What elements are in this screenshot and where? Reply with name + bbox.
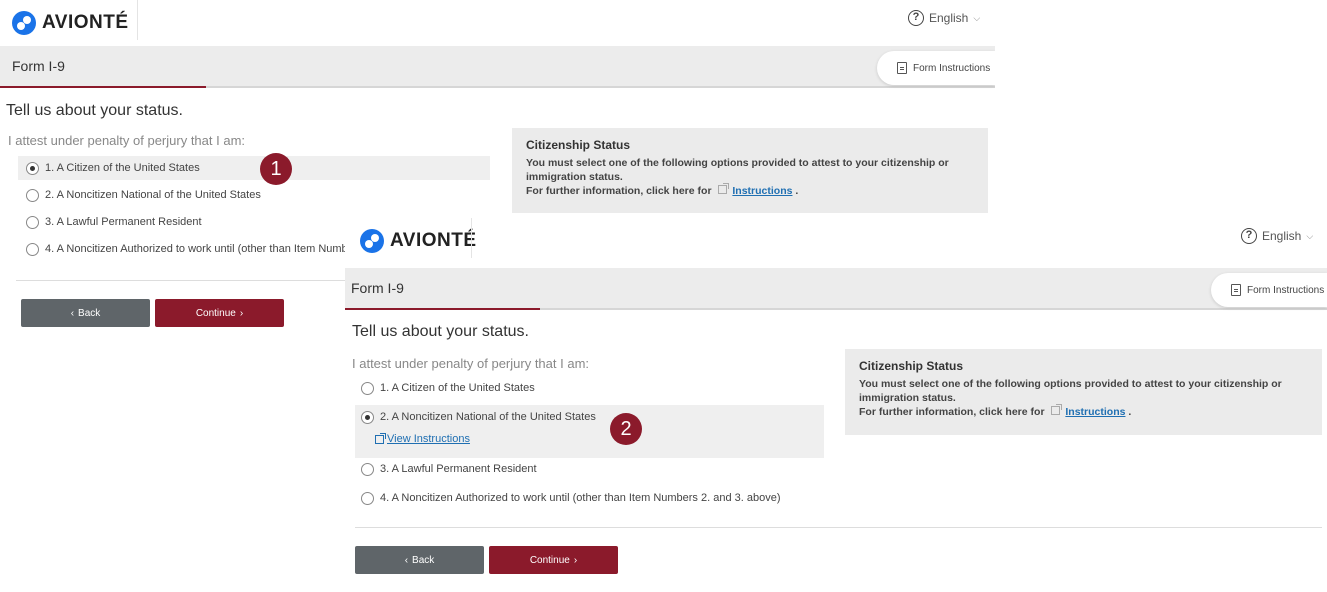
- radio-selected[interactable]: [361, 411, 374, 424]
- info-title: Citizenship Status: [526, 138, 631, 152]
- continue-label: Continue: [529, 554, 570, 566]
- view-instructions-label: View Instructions: [387, 433, 470, 445]
- attest-text: I attest under penalty of perjury that I…: [8, 133, 246, 148]
- avionte-logo-icon: [360, 229, 384, 253]
- form-title: Form I-9: [351, 280, 404, 296]
- page-heading: Tell us about your status.: [6, 102, 183, 119]
- info-body: You must select one of the following opt…: [859, 378, 1282, 404]
- option-label: 1. A Citizen of the United States: [380, 382, 535, 394]
- language-selector[interactable]: ? English ⌵: [908, 10, 980, 26]
- brand-name: AVIONTÉ: [42, 12, 129, 33]
- language-selector[interactable]: ? English ⌵: [1241, 228, 1313, 244]
- info-title: Citizenship Status: [859, 359, 964, 373]
- info-further: For further information, click here for …: [526, 183, 974, 198]
- info-further: For further information, click here for …: [859, 404, 1308, 419]
- view-instructions-link[interactable]: View Instructions: [375, 432, 470, 445]
- divider-line: [16, 280, 356, 281]
- info-period: .: [795, 185, 799, 197]
- document-icon: [1231, 284, 1241, 296]
- title-underline: [345, 308, 540, 310]
- divider: [137, 0, 138, 40]
- status-option-noncitizen-national[interactable]: 2. A Noncitizen National of the United S…: [355, 405, 824, 458]
- chevron-left-icon: ‹: [70, 307, 75, 319]
- status-option-citizen[interactable]: 1. A Citizen of the United States: [355, 376, 535, 400]
- form-header: Form I-9 Form Instructions: [345, 268, 1327, 310]
- instructions-link[interactable]: Instructions: [1065, 406, 1125, 418]
- brand-name: AVIONTÉ: [390, 230, 477, 251]
- radio[interactable]: [361, 462, 374, 476]
- radio[interactable]: [26, 242, 39, 256]
- avionte-logo-icon: [12, 11, 36, 35]
- form-instructions-button[interactable]: Form Instructions: [877, 51, 995, 85]
- form-instructions-label: Form Instructions: [1247, 284, 1325, 296]
- status-option-noncitizen-national[interactable]: 2. A Noncitizen National of the United S…: [18, 183, 261, 207]
- radio[interactable]: [26, 188, 39, 202]
- continue-button[interactable]: Continue ›: [489, 546, 618, 574]
- divider: [471, 218, 472, 258]
- back-button[interactable]: ‹ Back: [21, 299, 150, 327]
- external-link-icon: [1051, 404, 1063, 415]
- continue-button[interactable]: Continue ›: [155, 299, 284, 327]
- option-label: 2. A Noncitizen National of the United S…: [380, 411, 596, 423]
- back-label: Back: [412, 554, 435, 566]
- info-period: .: [1128, 406, 1132, 418]
- form-instructions-button[interactable]: Form Instructions: [1211, 273, 1327, 307]
- page-heading: Tell us about your status.: [352, 323, 529, 340]
- logo: AVIONTÉ: [12, 9, 129, 37]
- external-link-icon: [375, 432, 386, 444]
- form-title: Form I-9: [12, 58, 65, 74]
- attest-text: I attest under penalty of perjury that I…: [352, 356, 590, 371]
- option-label: 3. A Lawful Permanent Resident: [45, 216, 202, 228]
- chevron-right-icon: ›: [239, 307, 244, 319]
- info-body: You must select one of the following opt…: [526, 157, 949, 183]
- status-option-lawful-permanent-resident[interactable]: 3. A Lawful Permanent Resident: [18, 210, 202, 234]
- option-label: 1. A Citizen of the United States: [45, 162, 200, 174]
- option-label: 3. A Lawful Permanent Resident: [380, 463, 537, 475]
- info-further-text: For further information, click here for: [859, 406, 1045, 418]
- form-instructions-label: Form Instructions: [913, 62, 991, 74]
- external-link-icon: [718, 183, 730, 194]
- chevron-down-icon: ⌵: [1306, 230, 1314, 241]
- back-button[interactable]: ‹ Back: [355, 546, 484, 574]
- language-label: English: [1262, 229, 1302, 243]
- info-further-text: For further information, click here for: [526, 185, 712, 197]
- help-icon: ?: [1241, 228, 1257, 244]
- step-badge-1: 1: [260, 153, 292, 185]
- help-icon: ?: [908, 10, 924, 26]
- instructions-link[interactable]: Instructions: [732, 185, 792, 197]
- step-badge-2: 2: [610, 413, 642, 445]
- citizenship-status-info: Citizenship Status You must select one o…: [845, 349, 1322, 435]
- back-label: Back: [78, 307, 101, 319]
- screenshot-2: AVIONTÉ ? English ⌵ Form I-9 Form Instru…: [345, 213, 1327, 592]
- radio[interactable]: [361, 381, 374, 395]
- logo: AVIONTÉ: [360, 227, 477, 255]
- status-option-citizen[interactable]: 1. A Citizen of the United States: [18, 156, 490, 180]
- top-bar: AVIONTÉ ? English ⌵: [0, 0, 995, 46]
- title-underline: [0, 86, 206, 88]
- option-label: 4. A Noncitizen Authorized to work until…: [380, 492, 781, 504]
- continue-label: Continue: [195, 307, 236, 319]
- status-option-lawful-permanent-resident[interactable]: 3. A Lawful Permanent Resident: [355, 457, 537, 481]
- option-label: 2. A Noncitizen National of the United S…: [45, 189, 261, 201]
- top-bar: AVIONTÉ ? English ⌵: [345, 213, 1327, 268]
- status-option-authorized-to-work[interactable]: 4. A Noncitizen Authorized to work until…: [355, 486, 781, 510]
- radio[interactable]: [26, 215, 39, 229]
- form-header: Form I-9 Form Instructions: [0, 46, 995, 88]
- radio-selected[interactable]: [26, 161, 39, 175]
- divider-line: [355, 527, 1322, 528]
- chevron-left-icon: ‹: [404, 554, 409, 566]
- radio[interactable]: [361, 491, 374, 505]
- document-icon: [897, 62, 907, 74]
- chevron-down-icon: ⌵: [973, 12, 981, 23]
- citizenship-status-info: Citizenship Status You must select one o…: [512, 128, 988, 213]
- chevron-right-icon: ›: [573, 554, 578, 566]
- language-label: English: [929, 11, 969, 25]
